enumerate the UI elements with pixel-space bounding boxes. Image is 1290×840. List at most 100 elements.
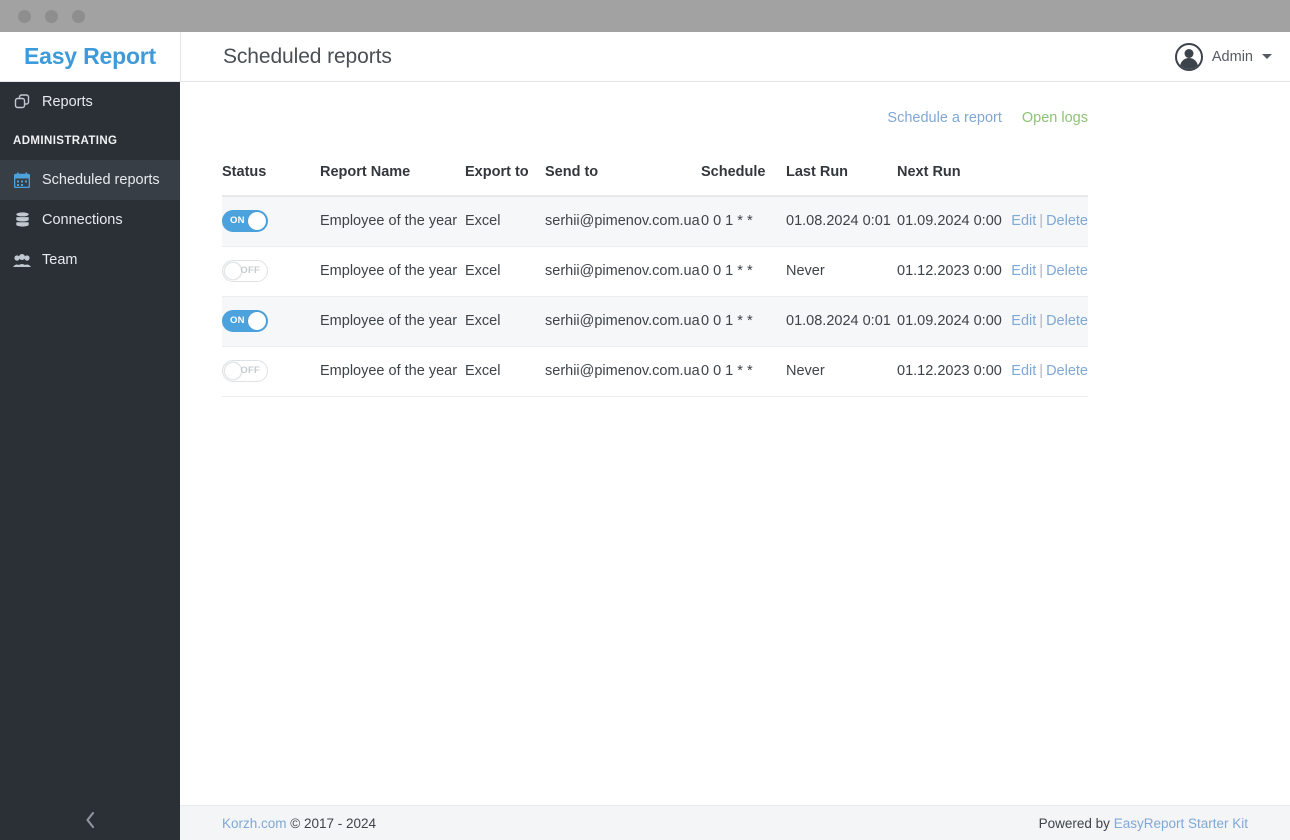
cell-next-run: 01.09.2024 0:00 (897, 296, 1008, 347)
cell-next-run: 01.09.2024 0:00 (897, 196, 1008, 247)
delete-link[interactable]: Delete (1046, 213, 1088, 229)
cell-last-run: Never (786, 246, 897, 297)
copyright-text: © 2017 - 2024 (286, 815, 377, 831)
copy-icon (13, 93, 31, 111)
sidebar-item-label: Team (42, 252, 78, 268)
sidebar-item-team[interactable]: Team (0, 240, 180, 280)
powered-by-label: Powered by (1038, 815, 1114, 831)
status-toggle-label: OFF (240, 365, 260, 376)
main-content: Schedule a report Open logs Status Repor… (180, 82, 1290, 805)
user-menu[interactable]: Admin (1174, 42, 1272, 71)
maximize-dot[interactable] (72, 9, 85, 23)
cell-schedule: 0 0 1 * * (701, 196, 786, 247)
edit-link[interactable]: Edit (1011, 263, 1036, 279)
cell-report-name: Employee of the year (320, 346, 465, 397)
sidebar-collapse-button[interactable] (0, 805, 180, 840)
sidebar-item-scheduled-reports[interactable]: Scheduled reports (0, 160, 180, 200)
status-toggle-knob (248, 312, 266, 330)
table-row: OFF Employee of the year Excel serhii@pi… (222, 246, 1088, 297)
cell-report-name: Employee of the year (320, 196, 465, 247)
action-separator: | (1039, 263, 1044, 279)
chevron-left-icon (84, 811, 97, 834)
cell-export-to: Excel (465, 296, 545, 347)
column-header-export-to: Export to (465, 164, 545, 197)
status-toggle-knob (224, 262, 242, 280)
cell-actions: Edit | Delete (1008, 246, 1088, 297)
cell-last-run: Never (786, 346, 897, 397)
scheduled-reports-table: Status Report Name Export to Send to Sch… (222, 164, 1088, 397)
status-toggle-knob (224, 362, 242, 380)
status-toggle-label: ON (230, 215, 245, 227)
minimize-dot[interactable] (45, 9, 58, 23)
page-title: Scheduled reports (223, 44, 392, 68)
table-body: ON Employee of the year Excel serhii@pim… (222, 196, 1088, 397)
app-window: Easy Report Scheduled reports Admin Repo… (0, 0, 1290, 840)
cell-actions: Edit | Delete (1008, 196, 1088, 247)
cell-send-to: serhii@pimenov.com.ua (545, 346, 701, 397)
cell-send-to: serhii@pimenov.com.ua (545, 196, 701, 247)
users-icon (13, 253, 31, 268)
brand-divider (180, 31, 181, 82)
schedule-a-report-link[interactable]: Schedule a report (887, 110, 1001, 126)
chevron-down-icon (1262, 54, 1272, 59)
status-toggle-label: OFF (240, 265, 260, 276)
user-name-label: Admin (1211, 48, 1253, 65)
cell-send-to: serhii@pimenov.com.ua (545, 246, 701, 297)
app-header: Easy Report Scheduled reports Admin (0, 31, 1290, 82)
window-titlebar (0, 0, 1290, 32)
korzh-link[interactable]: Korzh.com (222, 816, 287, 831)
calendar-icon (13, 172, 31, 188)
cell-report-name: Employee of the year (320, 296, 465, 347)
delete-link[interactable]: Delete (1046, 363, 1088, 379)
sidebar-item-label: Connections (42, 212, 123, 228)
brand-logo[interactable]: Easy Report (0, 32, 180, 82)
sidebar: Reports ADMINISTRATING Scheduled reports (0, 82, 180, 840)
cell-status: ON (222, 296, 320, 347)
cell-next-run: 01.12.2023 0:00 (897, 346, 1008, 397)
status-toggle[interactable]: ON (222, 210, 268, 233)
avatar (1174, 42, 1203, 71)
table-row: OFF Employee of the year Excel serhii@pi… (222, 346, 1088, 397)
action-separator: | (1039, 363, 1044, 379)
sidebar-item-connections[interactable]: Connections (0, 200, 180, 240)
column-header-next-run: Next Run (897, 164, 1008, 197)
easyreport-starter-kit-link[interactable]: EasyReport Starter Kit (1114, 816, 1248, 831)
sidebar-section-administrating: ADMINISTRATING (13, 135, 118, 147)
table-header: Status Report Name Export to Send to Sch… (222, 164, 1088, 197)
cell-actions: Edit | Delete (1008, 346, 1088, 397)
close-dot[interactable] (18, 9, 31, 23)
cell-send-to: serhii@pimenov.com.ua (545, 296, 701, 347)
edit-link[interactable]: Edit (1011, 363, 1036, 379)
status-toggle[interactable]: OFF (222, 260, 268, 282)
app-footer: Korzh.com © 2017 - 2024 Powered by EasyR… (180, 805, 1290, 840)
cell-actions: Edit | Delete (1008, 296, 1088, 347)
delete-link[interactable]: Delete (1046, 313, 1088, 329)
edit-link[interactable]: Edit (1011, 213, 1036, 229)
cell-schedule: 0 0 1 * * (701, 346, 786, 397)
sidebar-item-reports[interactable]: Reports (0, 82, 180, 122)
edit-link[interactable]: Edit (1011, 313, 1036, 329)
footer-copyright: Korzh.com © 2017 - 2024 (222, 816, 376, 831)
cell-report-name: Employee of the year (320, 246, 465, 297)
cell-status: OFF (222, 246, 320, 297)
cell-schedule: 0 0 1 * * (701, 296, 786, 347)
cell-last-run: 01.08.2024 0:01 (786, 296, 897, 347)
status-toggle[interactable]: ON (222, 310, 268, 332)
cell-export-to: Excel (465, 346, 545, 397)
status-toggle-label: ON (230, 315, 245, 326)
column-header-schedule: Schedule (701, 164, 786, 197)
footer-powered-by: Powered by EasyReport Starter Kit (1039, 816, 1248, 831)
cell-export-to: Excel (465, 246, 545, 297)
open-logs-link[interactable]: Open logs (1022, 110, 1088, 126)
cell-export-to: Excel (465, 196, 545, 247)
database-icon (13, 212, 31, 228)
column-header-actions (1008, 164, 1088, 197)
cell-status: OFF (222, 346, 320, 397)
sidebar-item-label: Reports (42, 94, 93, 110)
cell-last-run: 01.08.2024 0:01 (786, 196, 897, 247)
action-separator: | (1039, 213, 1044, 230)
status-toggle[interactable]: OFF (222, 360, 268, 382)
sidebar-item-label: Scheduled reports (42, 172, 160, 188)
cell-status: ON (222, 196, 320, 247)
delete-link[interactable]: Delete (1046, 263, 1088, 279)
